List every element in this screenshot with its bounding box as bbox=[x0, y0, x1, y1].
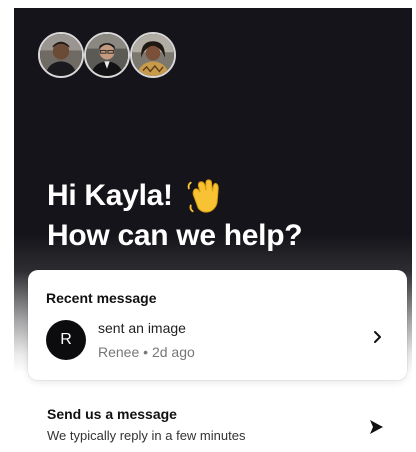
recent-message-row[interactable]: R sent an image Renee • 2d ago bbox=[46, 318, 389, 362]
greeting-line-1: Hi Kayla! bbox=[47, 176, 302, 216]
chevron-right-icon[interactable] bbox=[371, 330, 385, 344]
greeting-line-2: How can we help? bbox=[47, 219, 303, 252]
team-avatar bbox=[130, 32, 176, 78]
message-text: sent an image Renee • 2d ago bbox=[98, 318, 195, 362]
send-arrow-icon[interactable] bbox=[368, 419, 384, 435]
recent-message-card[interactable]: Recent message R sent an image Renee • 2… bbox=[28, 270, 407, 380]
messenger-home: Hi Kayla! How can we help? Recent messag… bbox=[0, 0, 416, 452]
message-preview: sent an image bbox=[98, 320, 186, 336]
team-avatar bbox=[84, 32, 130, 78]
meta-separator: • bbox=[143, 344, 149, 360]
team-avatar bbox=[38, 32, 84, 78]
sender-avatar: R bbox=[46, 320, 86, 360]
waving-hand-icon bbox=[187, 179, 219, 213]
person-photo-icon bbox=[132, 34, 174, 76]
recent-message-title: Recent message bbox=[46, 290, 157, 306]
team-avatars bbox=[38, 32, 188, 80]
message-meta: Renee • 2d ago bbox=[98, 342, 195, 362]
send-message-subtitle: We typically reply in a few minutes bbox=[47, 428, 246, 443]
greeting-text: Hi Kayla! bbox=[47, 179, 173, 212]
send-message-title: Send us a message bbox=[47, 406, 177, 422]
send-message-button[interactable]: Send us a message We typically reply in … bbox=[47, 405, 402, 449]
person-photo-icon bbox=[40, 34, 82, 76]
sender-name: Renee bbox=[98, 344, 140, 360]
greeting: Hi Kayla! How can we help? bbox=[47, 176, 303, 256]
message-time: 2d ago bbox=[151, 344, 195, 360]
person-photo-icon bbox=[86, 34, 128, 76]
